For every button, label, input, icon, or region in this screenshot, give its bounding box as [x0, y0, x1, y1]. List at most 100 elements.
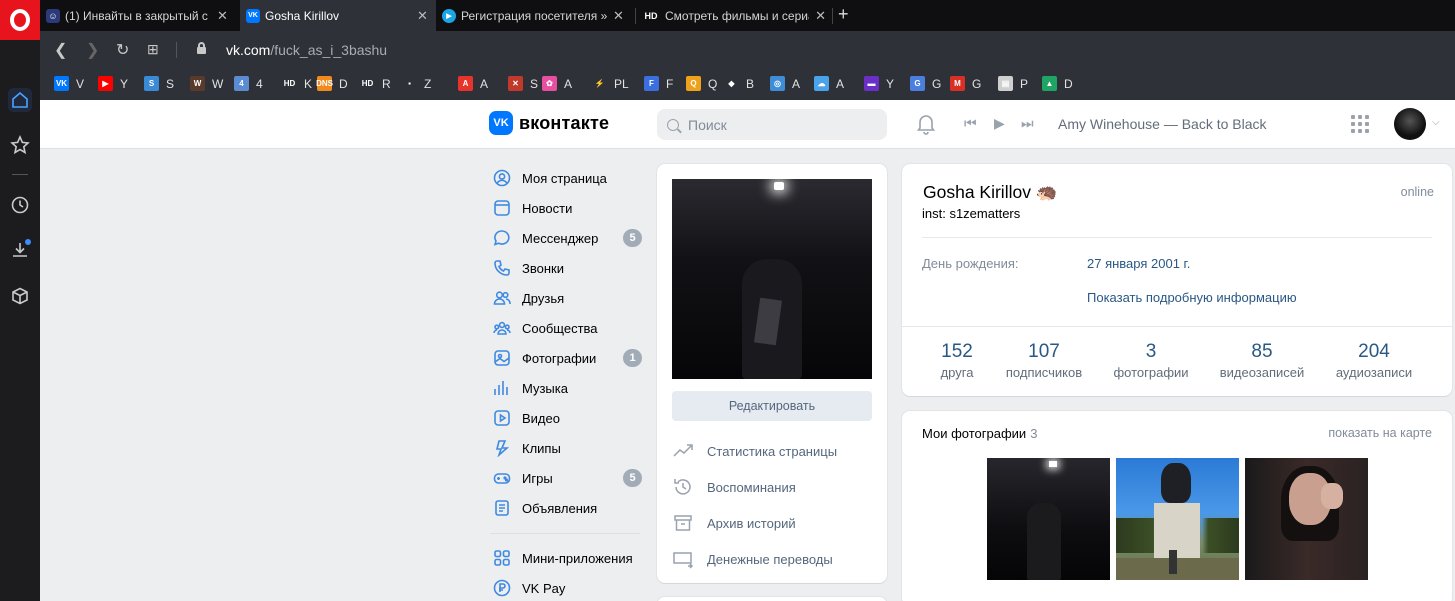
star-icon[interactable] [8, 133, 32, 157]
tabs-grid-icon[interactable]: ⊞ [147, 41, 159, 58]
counter-photos[interactable]: 3 фотографии [1106, 341, 1196, 380]
tab-3[interactable]: ▶ Регистрация посетителя » ✕ [436, 0, 635, 31]
bookmark-label: K [304, 76, 313, 91]
new-tab-button[interactable]: + [838, 4, 849, 25]
profile-status: inst: s1zematters [922, 206, 1021, 221]
bookmark-12[interactable]: ✿ A [542, 76, 572, 91]
money-transfers-link[interactable]: Денежные переводы [672, 547, 833, 571]
photos-title[interactable]: Мои фотографии 3 [922, 426, 1037, 441]
bookmark-17[interactable]: ◎ A [770, 76, 800, 91]
counter-followers[interactable]: 107 подписчиков [999, 341, 1089, 380]
bookmark-5[interactable]: 44 [234, 76, 263, 91]
counter-friends[interactable]: 152 друга [932, 341, 982, 380]
sidebar-item-10[interactable]: Игры 5 [490, 463, 650, 493]
back-icon[interactable]: ❮ [54, 40, 67, 60]
lock-icon[interactable] [196, 42, 207, 55]
sidebar-item-label: VK Pay [522, 580, 566, 596]
bookmark-2[interactable]: ▶ Y [98, 76, 128, 91]
tab-2[interactable]: VK Gosha Kirillov ✕ [240, 0, 436, 31]
bookmark-14[interactable]: FF [644, 76, 673, 91]
bookmark-8[interactable]: HD R [360, 76, 391, 91]
sidebar-item-extra-1[interactable]: VK Pay [490, 573, 650, 601]
bookmark-favicon-icon: ◆ [724, 76, 739, 91]
bookmark-10[interactable]: AA [458, 76, 488, 91]
sidebar-item-9[interactable]: Клипы [490, 433, 650, 463]
bookmark-3[interactable]: SS [144, 76, 174, 91]
bookmark-18[interactable]: ☁ A [814, 76, 844, 91]
history-icon[interactable] [8, 193, 32, 217]
forward-icon[interactable]: ❯ [86, 40, 99, 60]
bookmark-15[interactable]: QQ [686, 76, 717, 91]
bookmark-16[interactable]: ◆ B [724, 76, 754, 91]
bookmark-favicon-icon: A [458, 76, 473, 91]
bookmark-22[interactable]: ▤ P [998, 76, 1028, 91]
sidebar-item-extra-0[interactable]: Мини-приложения [490, 543, 650, 573]
sidebar-item-0[interactable]: Моя страница [490, 163, 650, 193]
memories-link[interactable]: Воспоминания [672, 475, 796, 499]
sidebar-item-5[interactable]: Сообщества [490, 313, 650, 343]
bookmark-6[interactable]: HD K [282, 76, 312, 91]
url-field[interactable]: vk.com/fuck_as_i_3bashu [226, 42, 387, 58]
sidebar-item-1[interactable]: Новости [490, 193, 650, 223]
edit-profile-button[interactable]: Редактировать [672, 391, 872, 421]
next-track-icon[interactable]: ⏭ [1021, 115, 1034, 132]
counter-videos[interactable]: 85 видеозаписей [1212, 341, 1312, 380]
chevron-down-icon[interactable]: ⌵ [1432, 117, 1440, 128]
sidebar-item-2[interactable]: Мессенджер 5 [490, 223, 650, 253]
play-icon[interactable]: ▶ [994, 115, 1005, 132]
search-input[interactable]: Поиск [657, 109, 887, 140]
sidebar-item-8[interactable]: Видео [490, 403, 650, 433]
show-more-info-link[interactable]: Показать подробную информацию [1087, 290, 1297, 305]
bookmark-favicon-icon: Q [686, 76, 701, 91]
sidebar-item-6[interactable]: Фотографии 1 [490, 343, 650, 373]
bookmark-9[interactable]: ▪ Z [402, 76, 431, 91]
bookmark-23[interactable]: ▲ D [1042, 76, 1073, 91]
downloads-icon[interactable] [8, 238, 32, 262]
counter-label: друга [940, 365, 974, 380]
search-placeholder: Поиск [688, 116, 727, 133]
close-icon[interactable]: ✕ [613, 8, 624, 24]
bookmark-label: A [480, 76, 489, 91]
apps-grid-icon[interactable] [1351, 115, 1369, 133]
bookmark-label: D [339, 76, 348, 91]
extensions-cube-icon[interactable] [8, 284, 32, 308]
opera-logo[interactable] [0, 0, 40, 40]
bookmark-19[interactable]: ▬ Y [864, 76, 894, 91]
counter-audio[interactable]: 204 аудиозаписи [1329, 341, 1419, 380]
bookmark-4[interactable]: WW [190, 76, 223, 91]
bookmark-20[interactable]: GG [910, 76, 941, 91]
bookmark-7[interactable]: DNS D [316, 76, 348, 91]
tab-1[interactable]: ☺ (1) Инвайты в закрытый с ✕ [40, 0, 240, 31]
sidebar-item-7[interactable]: Музыка [490, 373, 650, 403]
close-icon[interactable]: ✕ [217, 8, 228, 24]
avatar[interactable] [1394, 108, 1426, 140]
bookmark-21[interactable]: MG [950, 76, 981, 91]
vk-logo[interactable]: VK вконтакте [489, 111, 609, 135]
home-icon[interactable] [8, 88, 32, 112]
profile-photo[interactable] [672, 179, 872, 379]
show-on-map-link[interactable]: показать на карте [1328, 426, 1432, 440]
counter-number: 3 [1145, 341, 1157, 362]
sidebar-item-4[interactable]: Друзья [490, 283, 650, 313]
url-host: vk.com [226, 42, 271, 58]
close-icon[interactable]: ✕ [815, 8, 826, 24]
bookmark-1[interactable]: VK V [54, 76, 84, 91]
birthday-value[interactable]: 27 января 2001 г. [1087, 256, 1190, 271]
bookmark-11[interactable]: ✕ S [508, 76, 538, 91]
bookmark-label: P [1020, 76, 1029, 91]
page-stats-link[interactable]: Статистика страницы [672, 439, 837, 463]
bell-icon[interactable] [916, 113, 936, 135]
close-icon[interactable]: ✕ [417, 8, 428, 24]
photo-thumbnail[interactable] [1245, 458, 1368, 580]
reload-icon[interactable]: ↻ [116, 40, 129, 60]
photo-thumbnail[interactable] [987, 458, 1110, 580]
sidebar-item-11[interactable]: Объявления [490, 493, 650, 523]
photo-thumbnail[interactable] [1116, 458, 1239, 580]
previous-track-icon[interactable]: ⏮ [964, 115, 977, 132]
stories-archive-link[interactable]: Архив историй [672, 511, 796, 535]
opera-sidebar [0, 0, 40, 601]
bookmark-13[interactable]: ⚡ PL [592, 76, 629, 91]
sidebar-item-3[interactable]: Звонки [490, 253, 650, 283]
current-track[interactable]: Amy Winehouse — Back to Black [1058, 116, 1267, 132]
tab-4[interactable]: HD Смотреть фильмы и сериа ✕ [636, 0, 832, 31]
